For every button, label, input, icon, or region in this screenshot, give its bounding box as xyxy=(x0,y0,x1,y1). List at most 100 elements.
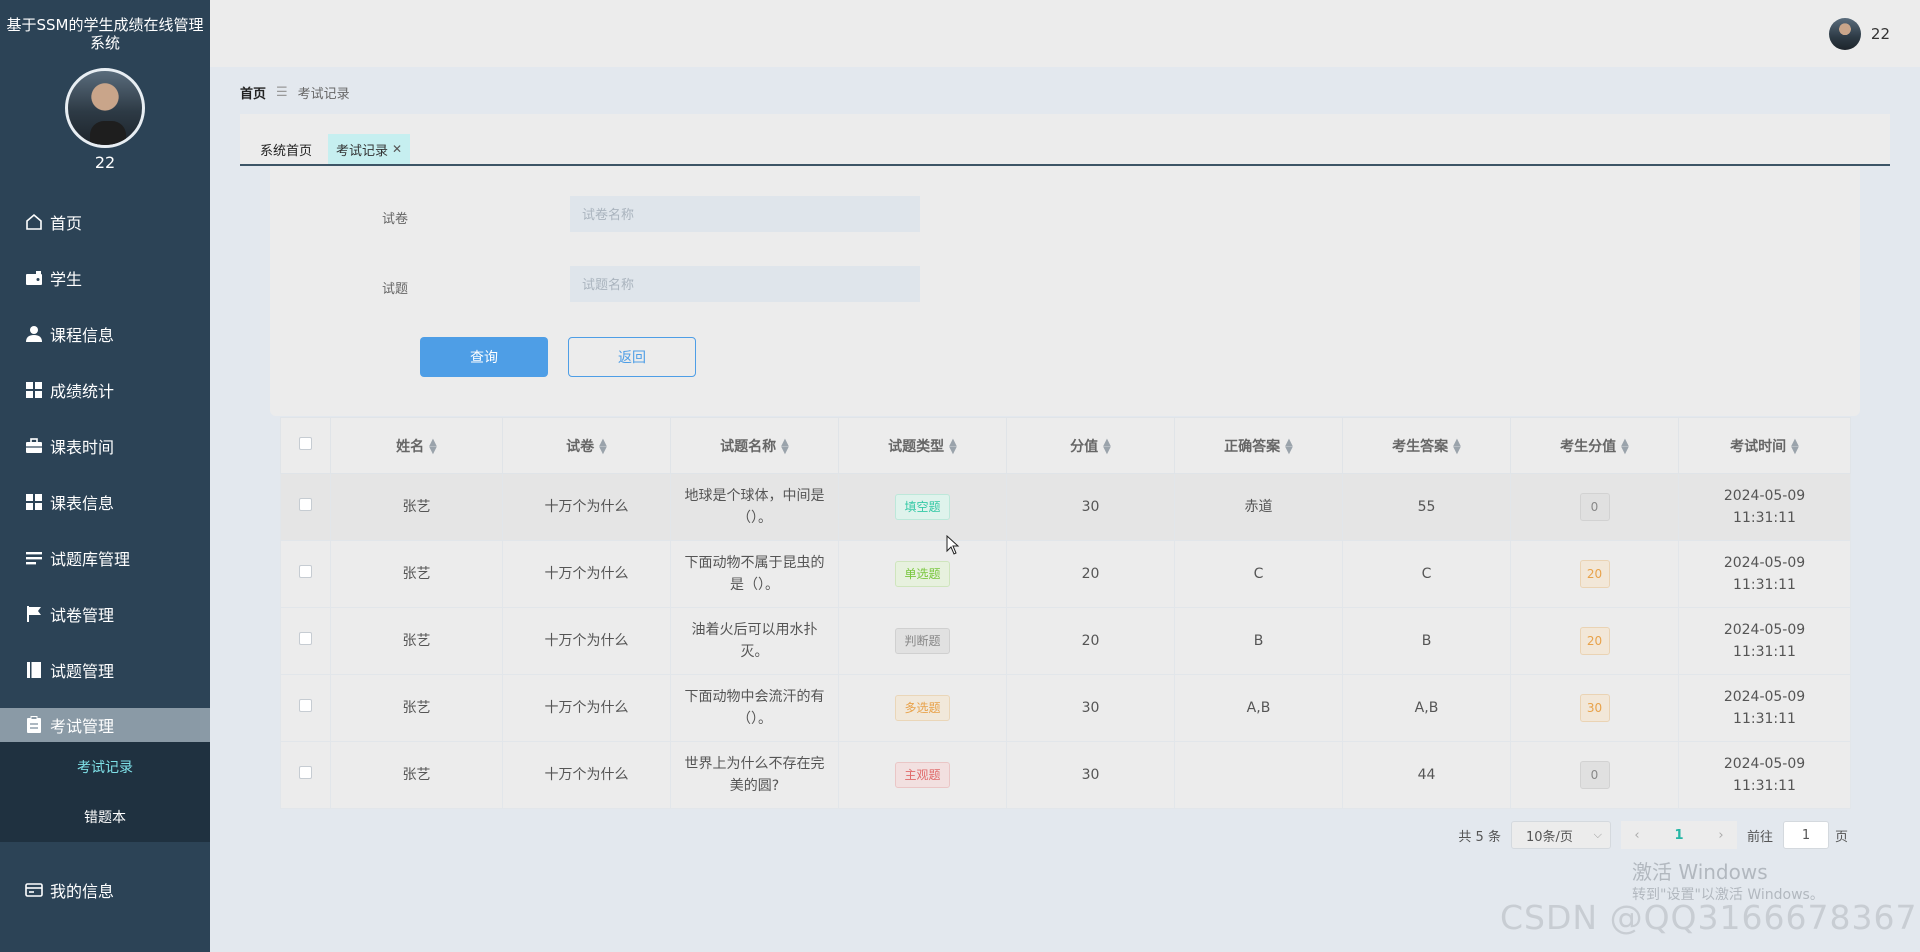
sort-icon[interactable]: ▲ ▼ xyxy=(599,437,607,455)
row-select-cell xyxy=(280,473,331,541)
table-row[interactable]: 张艺 十万个为什么 世界上为什么不存在完美的圆? 主观题 30 44 0 202… xyxy=(280,741,1851,809)
sidebar-item-course[interactable]: 课程信息 xyxy=(0,306,210,362)
table-row[interactable]: 张艺 十万个为什么 地球是个球体，中间是（）。 填空题 30 赤道 55 0 2… xyxy=(280,473,1851,541)
column-header[interactable]: 分值 ▲ ▼ xyxy=(1006,417,1175,474)
row-checkbox[interactable] xyxy=(299,498,312,511)
select-all-cell xyxy=(280,417,331,474)
back-button[interactable]: 返回 xyxy=(568,337,696,377)
column-header[interactable]: 试题类型 ▲ ▼ xyxy=(838,417,1007,474)
column-header[interactable]: 正确答案 ▲ ▼ xyxy=(1174,417,1343,474)
row-checkbox[interactable] xyxy=(299,632,312,645)
cell-correct-answer: 赤道 xyxy=(1174,473,1343,541)
sidebar-item-myinfo[interactable]: 我的信息 xyxy=(0,862,210,918)
sort-icon[interactable]: ▲ ▼ xyxy=(1791,437,1799,455)
cell-exam-time: 2024-05-09 11:31:11 xyxy=(1678,607,1851,675)
tab-home[interactable]: 系统首页 xyxy=(252,134,321,164)
column-title: 分值 xyxy=(1070,438,1099,455)
cell-student-answer: A,B xyxy=(1342,674,1511,742)
paper-search-input[interactable] xyxy=(570,196,920,232)
select-all-checkbox[interactable] xyxy=(299,437,312,450)
user-icon xyxy=(24,324,44,344)
prev-page-icon[interactable]: ‹ xyxy=(1621,821,1653,849)
row-checkbox[interactable] xyxy=(299,699,312,712)
column-title: 正确答案 xyxy=(1224,438,1281,455)
column-title: 考生答案 xyxy=(1392,438,1449,455)
table-row[interactable]: 张艺 十万个为什么 油着火后可以用水扑灭。 判断题 20 B B 20 2024… xyxy=(280,607,1851,675)
goto-page-input[interactable]: 1 xyxy=(1782,821,1829,849)
breadcrumb-home[interactable]: 首页 xyxy=(240,83,266,102)
briefcase-icon xyxy=(24,436,44,456)
cell-name: 张艺 xyxy=(330,607,503,675)
sidebar-item-label: 课表信息 xyxy=(50,494,115,513)
cell-exam-time: 2024-05-09 11:31:11 xyxy=(1678,473,1851,541)
sort-icon[interactable]: ▲ ▼ xyxy=(1453,437,1461,455)
sort-icon[interactable]: ▲ ▼ xyxy=(429,437,437,455)
cell-type: 多选题 xyxy=(838,674,1007,742)
sidebar-item-label: 试卷管理 xyxy=(50,606,115,625)
cell-score: 20 xyxy=(1006,607,1175,675)
sidebar-item-stats[interactable]: 成绩统计 xyxy=(0,362,210,418)
sidebar-item-student[interactable]: 学生 xyxy=(0,250,210,306)
cell-name: 张艺 xyxy=(330,674,503,742)
book-icon xyxy=(24,660,44,680)
cell-paper: 十万个为什么 xyxy=(502,741,671,809)
sidebar-item-schedule-info[interactable]: 课表信息 xyxy=(0,474,210,530)
cell-name: 张艺 xyxy=(330,473,503,541)
score-badge: 0 xyxy=(1579,493,1610,521)
next-page-icon[interactable]: › xyxy=(1705,821,1737,849)
tab-exam-records[interactable]: 考试记录 ✕ xyxy=(328,134,411,164)
query-button[interactable]: 查询 xyxy=(420,337,548,377)
sidebar-subitem-exam-records[interactable]: 考试记录 xyxy=(0,742,210,792)
row-checkbox[interactable] xyxy=(299,766,312,779)
pagination: 共 5 条 10条/页 ⌵ ‹ 1 › 前往 1 页 xyxy=(1458,821,1848,849)
breadcrumb: 首页 ☰ 考试记录 xyxy=(240,83,350,102)
cell-student-answer: 44 xyxy=(1342,741,1511,809)
total-count: 共 5 条 xyxy=(1458,829,1501,845)
search-panel: 试卷 试题 查询 返回 xyxy=(270,166,1860,416)
table-row[interactable]: 张艺 十万个为什么 下面动物中会流汗的有（）。 多选题 30 A,B A,B 3… xyxy=(280,674,1851,742)
sidebar-item-questions[interactable]: 试题管理 xyxy=(0,642,210,698)
column-header[interactable]: 考生分值 ▲ ▼ xyxy=(1510,417,1679,474)
cell-student-answer: C xyxy=(1342,540,1511,608)
column-header[interactable]: 考试时间 ▲ ▼ xyxy=(1678,417,1851,474)
sidebar-item-question-bank[interactable]: 试题库管理 xyxy=(0,530,210,586)
sort-icon[interactable]: ▲ ▼ xyxy=(949,437,957,455)
chevron-down-icon: ⌵ xyxy=(1593,828,1602,841)
mouse-cursor-icon xyxy=(946,534,960,559)
question-search-input[interactable] xyxy=(570,266,920,302)
sidebar-item-home[interactable]: 首页 xyxy=(0,194,210,250)
column-title: 试题名称 xyxy=(720,438,777,455)
column-header[interactable]: 姓名 ▲ ▼ xyxy=(330,417,503,474)
avatar xyxy=(65,68,145,148)
column-title: 试题类型 xyxy=(888,438,945,455)
sort-icon[interactable]: ▲ ▼ xyxy=(1103,437,1111,455)
table-row[interactable]: 张艺 十万个为什么 下面动物不属于昆虫的是（）。 单选题 20 C C 20 2… xyxy=(280,540,1851,608)
type-tag: 单选题 xyxy=(895,561,950,587)
sort-icon[interactable]: ▲ ▼ xyxy=(1621,437,1629,455)
column-header[interactable]: 考生答案 ▲ ▼ xyxy=(1342,417,1511,474)
sidebar-item-papers[interactable]: 试卷管理 xyxy=(0,586,210,642)
question-label: 试题 xyxy=(382,282,409,297)
cell-paper: 十万个为什么 xyxy=(502,540,671,608)
close-icon[interactable]: ✕ xyxy=(392,142,402,156)
sidebar-item-label: 我的信息 xyxy=(50,882,115,901)
cell-question: 地球是个球体，中间是（）。 xyxy=(670,473,839,541)
cell-exam-time: 2024-05-09 11:31:11 xyxy=(1678,540,1851,608)
sidebar-item-schedule-time[interactable]: 课表时间 xyxy=(0,418,210,474)
sidebar-item-label: 试题管理 xyxy=(50,662,115,681)
top-user[interactable]: 22 xyxy=(1828,18,1890,50)
sidebar-item-label: 考试管理 xyxy=(50,717,115,736)
column-header[interactable]: 试卷 ▲ ▼ xyxy=(502,417,671,474)
column-header[interactable]: 试题名称 ▲ ▼ xyxy=(670,417,839,474)
sort-icon[interactable]: ▲ ▼ xyxy=(1285,437,1293,455)
cell-name: 张艺 xyxy=(330,741,503,809)
page-size-select[interactable]: 10条/页 ⌵ xyxy=(1510,821,1611,849)
sort-icon[interactable]: ▲ ▼ xyxy=(781,437,789,455)
cell-exam-time: 2024-05-09 11:31:11 xyxy=(1678,674,1851,742)
type-tag: 判断题 xyxy=(895,628,950,654)
row-checkbox[interactable] xyxy=(299,565,312,578)
sidebar-item-exam-manage[interactable]: 考试管理 xyxy=(0,708,210,742)
grid-icon xyxy=(24,380,44,400)
sidebar-subitem-wrong-book[interactable]: 错题本 xyxy=(0,792,210,842)
page-number[interactable]: 1 xyxy=(1653,821,1705,849)
